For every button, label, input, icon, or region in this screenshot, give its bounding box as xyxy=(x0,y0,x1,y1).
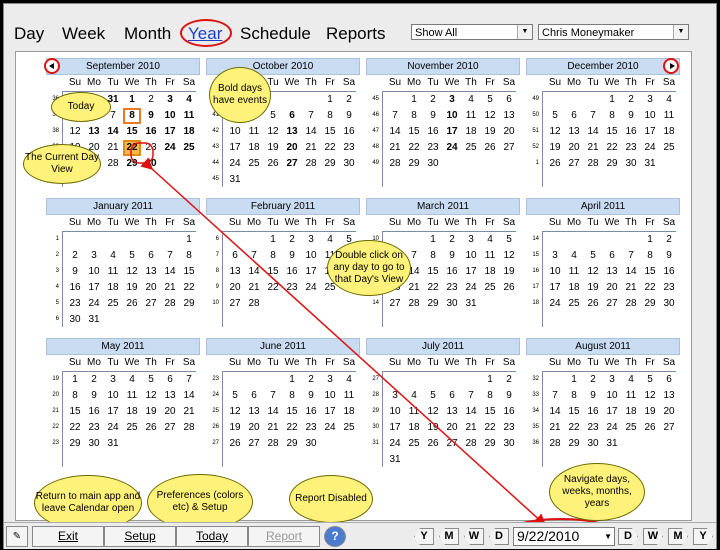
date-value: 9/22/2010 xyxy=(517,528,580,544)
setup-button[interactable]: Setup xyxy=(104,526,176,547)
chevron-down-icon[interactable]: ▼ xyxy=(604,528,612,545)
calendar-app-icon[interactable]: ✎ xyxy=(6,526,28,547)
today-callout: Today xyxy=(51,92,111,122)
double-click-callout: Double click on any day to go to that Da… xyxy=(327,240,411,296)
bottom-toolbar: ✎ Exit Setup Today Report ? YMWD 9/22/20… xyxy=(4,522,716,549)
exit-button[interactable]: Exit xyxy=(32,526,104,547)
nav-forward-y-button[interactable]: Y xyxy=(693,528,713,545)
navigate-callout: Navigate days, weeks, months, years xyxy=(549,463,645,521)
nav-forward-m-button[interactable]: M xyxy=(668,528,688,545)
report-disabled-callout: Report Disabled xyxy=(289,475,373,523)
today-button[interactable]: Today xyxy=(176,526,248,547)
nav-back-m-button[interactable]: M xyxy=(439,528,459,545)
nav-forward-w-button[interactable]: W xyxy=(643,528,663,545)
current-day-callout: The Current Day View xyxy=(23,144,101,184)
report-button: Report xyxy=(248,526,320,547)
date-field[interactable]: 9/22/2010 ▼ xyxy=(513,527,615,546)
bold-days-callout: Bold days have events xyxy=(209,67,271,123)
nav-back-y-button[interactable]: Y xyxy=(414,528,434,545)
nav-back-d-button[interactable]: D xyxy=(489,528,509,545)
help-button[interactable]: ? xyxy=(324,526,346,547)
nav-back-w-button[interactable]: W xyxy=(464,528,484,545)
nav-forward-d-button[interactable]: D xyxy=(618,528,638,545)
calendar-window: Day Week Month Year Schedule Reports Show All… xyxy=(3,3,717,549)
